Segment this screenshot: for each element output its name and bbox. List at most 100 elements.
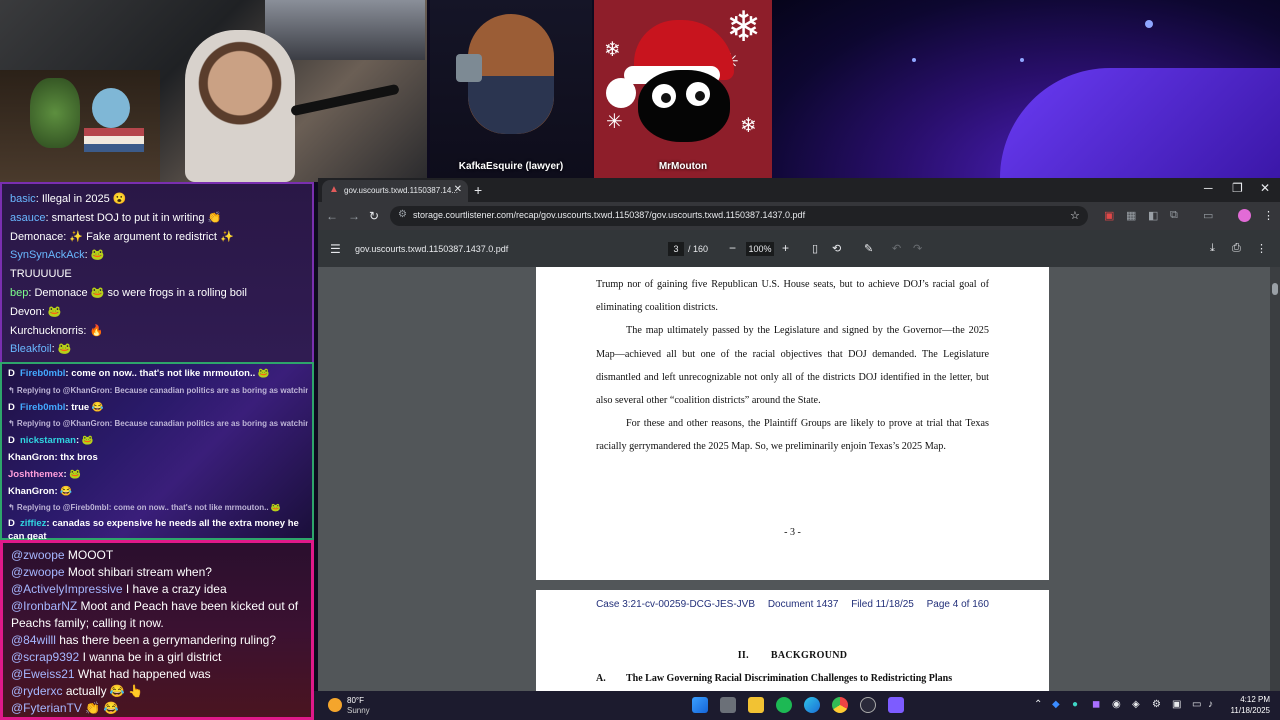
url-text: storage.courtlistener.com/recap/gov.usco…: [413, 210, 806, 220]
chat-message: basic: Illegal in 2025 😮: [10, 193, 127, 205]
tab-strip: ▲ gov.uscourts.txwd.1150387.14... ✕ + ─ …: [318, 178, 1280, 202]
fit-page-icon[interactable]: ▯: [812, 242, 818, 255]
maximize-icon[interactable]: ❐: [1232, 181, 1243, 195]
redo-icon[interactable]: ↷: [913, 242, 922, 255]
sun-icon: [328, 698, 342, 712]
kebab-menu-icon[interactable]: ⋮: [1263, 209, 1274, 222]
tab-title: gov.uscourts.txwd.1150387.14...: [344, 186, 458, 195]
hamburger-menu-icon[interactable]: ☰: [330, 242, 341, 256]
reload-icon[interactable]: ↻: [369, 209, 379, 223]
guest-name-label: MrMouton: [658, 161, 708, 172]
chat-message: @FyterianTV 👏 😂: [11, 701, 119, 715]
snowflake-icon: ✳: [606, 111, 623, 133]
zoom-input[interactable]: 100%: [746, 242, 774, 256]
scrollbar[interactable]: [1270, 267, 1280, 691]
back-icon[interactable]: ←: [326, 209, 338, 223]
tray-app-icon[interactable]: ◼: [1092, 699, 1100, 710]
tab-pdf[interactable]: ▲ gov.uscourts.txwd.1150387.14... ✕: [322, 180, 468, 202]
new-tab-button[interactable]: +: [474, 182, 482, 198]
minimize-icon[interactable]: ─: [1204, 181, 1213, 195]
tray-app-icon[interactable]: ▣: [1172, 699, 1181, 710]
microphone-arm: [290, 83, 400, 117]
undo-icon[interactable]: ↶: [892, 242, 901, 255]
rotate-icon[interactable]: ⟲: [832, 242, 841, 255]
chat-message: asauce: smartest DOJ to put it in writin…: [10, 211, 222, 224]
section-heading: II. BACKGROUND: [737, 650, 848, 661]
reply-context: ↰ Replying to @KhanGron: Because canadia…: [8, 385, 308, 395]
task-view-icon[interactable]: [720, 697, 736, 713]
more-options-icon[interactable]: ⋮: [1256, 242, 1267, 255]
shelf: [0, 70, 160, 182]
app-icon[interactable]: [860, 697, 876, 713]
star: [1145, 20, 1153, 28]
page-total: / 160: [688, 244, 709, 254]
books: [84, 128, 144, 152]
address-bar[interactable]: ⚙ storage.courtlistener.com/recap/gov.us…: [390, 206, 1088, 226]
tray-app-icon[interactable]: ◈: [1132, 699, 1140, 710]
chat-message: Dnickstarman: 🐸: [8, 433, 308, 450]
webcam-feed: [0, 0, 427, 182]
badge-icon: D: [8, 368, 15, 379]
profile-avatar[interactable]: [1238, 209, 1251, 222]
chat-message: @scrap9392 I wanna be in a girl district: [11, 650, 222, 664]
clock[interactable]: 4:12 PM 11/18/2025: [1231, 694, 1270, 716]
spotify-icon[interactable]: [776, 697, 792, 713]
weather-widget[interactable]: 80°F Sunny: [328, 696, 388, 716]
page-number: - 3 -: [784, 527, 801, 538]
tray-app-icon[interactable]: ◉: [1112, 699, 1121, 710]
chat-message: KhanGron: thx bros: [8, 451, 98, 463]
extension-icon[interactable]: ▣: [1104, 209, 1114, 222]
extension-icon[interactable]: ▦: [1126, 209, 1136, 222]
page-number-input[interactable]: 3: [668, 242, 684, 256]
chat-message: @84willl has there been a gerrymandering…: [11, 633, 277, 647]
network-icon[interactable]: ▭: [1192, 699, 1201, 710]
site-info-icon[interactable]: ⚙: [398, 209, 407, 220]
app-icon[interactable]: [888, 697, 904, 713]
chat-message: TRUUUUUE: [10, 268, 72, 281]
subsection-heading: A. The Law Governing Racial Discriminatio…: [596, 673, 953, 684]
annotate-icon[interactable]: ✎: [864, 242, 873, 255]
clock-time: 4:12 PM: [1240, 695, 1270, 704]
reply-context: ↰ Replying to @Fireb0mbl: come on now.. …: [8, 503, 281, 513]
snowflake-icon: ❄: [740, 115, 757, 137]
mug: [456, 54, 482, 82]
bookmark-star-icon[interactable]: ☆: [1070, 209, 1080, 222]
edge-icon[interactable]: [804, 697, 820, 713]
snowflake-icon: ❄: [726, 3, 762, 50]
scrollbar-thumb[interactable]: [1272, 283, 1278, 295]
tray-app-icon[interactable]: ⚙: [1152, 699, 1161, 710]
browser-window: ▲ gov.uscourts.txwd.1150387.14... ✕ + ─ …: [318, 178, 1280, 691]
badge-icon: D: [8, 518, 15, 530]
start-icon[interactable]: [692, 697, 708, 713]
case-header: Case 3:21-cv-00259-DCG-JES-JVB Document …: [596, 599, 989, 610]
zoom-out-icon[interactable]: −: [729, 241, 736, 255]
chevron-up-icon[interactable]: ⌃: [1034, 699, 1042, 710]
chat-message: Demonace: ✨ Fake argument to redistrict …: [10, 230, 234, 243]
plush-toy: [92, 88, 130, 128]
chat-box-bottom: @zwoope MOOOT @zwoope Moot shibari strea…: [0, 540, 314, 720]
download-icon[interactable]: ⤓: [1210, 242, 1215, 255]
extension-icon[interactable]: ◧: [1148, 209, 1158, 222]
pdf-icon: ▲: [329, 184, 339, 195]
taskbar: 80°F Sunny ⌃ ◆ ● ◼ ◉ ◈ ⚙ ▣ ▭ ♪ 4:12 PM 1…: [314, 691, 1280, 720]
close-window-icon[interactable]: ✕: [1260, 181, 1270, 195]
browser-toolbar: ← → ↻ ⚙ storage.courtlistener.com/recap/…: [318, 202, 1280, 230]
close-tab-icon[interactable]: ✕: [454, 184, 462, 195]
print-icon[interactable]: ⎙: [1232, 242, 1241, 255]
pdf-viewer[interactable]: Trump nor of gaining five Republican U.S…: [318, 267, 1280, 691]
pdf-toolbar: ☰ gov.uscourts.txwd.1150387.1437.0.pdf 3…: [318, 230, 1280, 267]
file-explorer-icon[interactable]: [748, 697, 764, 713]
tray-app-icon[interactable]: ●: [1072, 699, 1078, 710]
forward-icon[interactable]: →: [348, 209, 360, 223]
chat-message: Kurchucknorris: 🔥: [10, 324, 104, 337]
tray-app-icon[interactable]: ◆: [1052, 699, 1060, 710]
extensions-puzzle-icon[interactable]: ⧉: [1170, 209, 1178, 222]
snowflake-icon: ❄: [604, 39, 621, 61]
sidebar-icon[interactable]: ▭: [1203, 209, 1213, 222]
volume-icon[interactable]: ♪: [1208, 699, 1213, 710]
chat-message: @Eweiss21 What had happened was: [11, 667, 211, 681]
zoom-in-icon[interactable]: +: [782, 241, 789, 255]
chrome-icon[interactable]: [832, 697, 848, 713]
pdf-filename: gov.uscourts.txwd.1150387.1437.0.pdf: [355, 244, 509, 254]
clock-date: 11/18/2025: [1230, 706, 1270, 715]
